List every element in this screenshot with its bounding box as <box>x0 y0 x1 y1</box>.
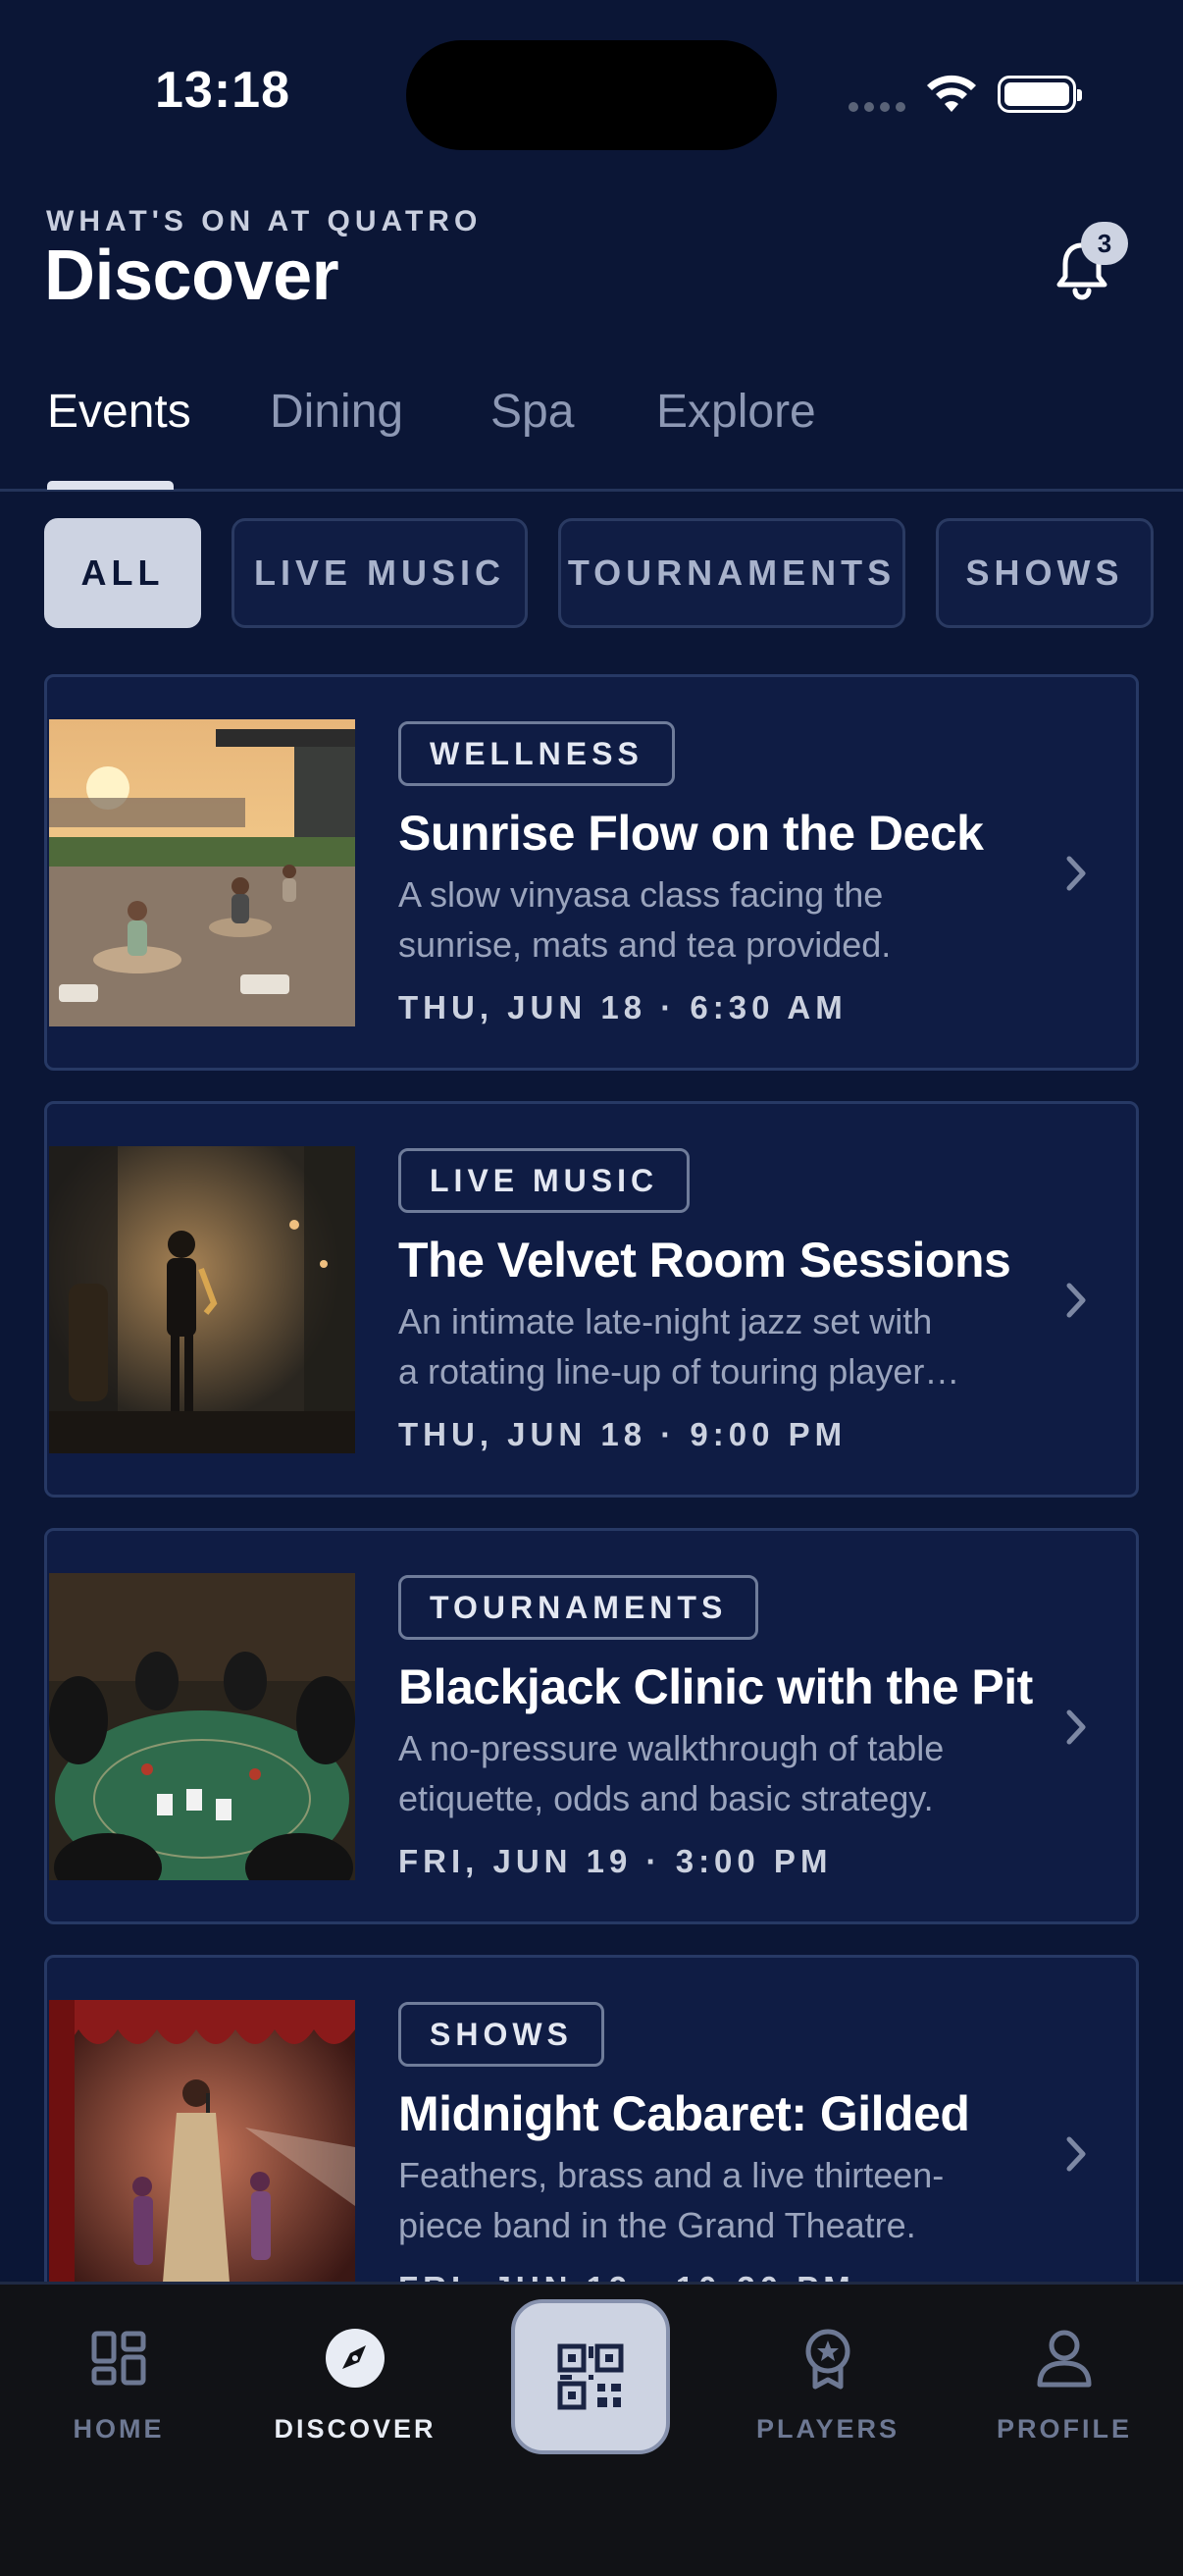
tab-events[interactable]: Events <box>47 385 191 439</box>
event-list: WELLNESS Sunrise Flow on the Deck A slow… <box>0 673 1183 2283</box>
filter-chip-live-music[interactable]: LIVE MUSIC <box>231 518 528 628</box>
event-image-cabaret <box>49 2000 355 2283</box>
event-description: An intimate late-night jazz set with a r… <box>398 1301 960 1392</box>
page-title: Discover <box>44 237 339 315</box>
event-image-yoga-deck <box>49 719 355 1026</box>
event-title: Blackjack Clinic with the Pit <box>398 1659 1033 1714</box>
event-category-tag: WELLNESS <box>398 721 675 786</box>
filter-chip-shows[interactable]: SHOWS <box>936 518 1154 628</box>
wifi-icon <box>927 75 976 112</box>
event-card[interactable]: TOURNAMENTS Blackjack Clinic with the Pi… <box>44 1528 1139 1924</box>
event-category-tag: TOURNAMENTS <box>398 1575 759 1640</box>
event-title: Sunrise Flow on the Deck <box>398 806 984 861</box>
award-badge-icon <box>805 2329 850 2390</box>
event-description: Feathers, brass and a live thirteen- pie… <box>398 2155 945 2245</box>
nav-players[interactable]: PLAYERS <box>730 2324 926 2445</box>
event-date: THU, JUN 18 · 9:00 PM <box>398 1416 848 1452</box>
filter-chip-all[interactable]: ALL <box>44 518 201 628</box>
header-eyebrow: WHAT'S ON AT QUATRO <box>46 205 483 237</box>
nav-label: PROFILE <box>996 2414 1132 2444</box>
status-time: 13:18 <box>155 62 290 119</box>
chevron-right-icon <box>1066 1709 1086 1745</box>
active-tab-indicator <box>47 481 174 490</box>
event-category-tag: SHOWS <box>398 2002 604 2067</box>
tab-spa[interactable]: Spa <box>490 385 574 439</box>
cellular-signal-icon <box>849 102 905 116</box>
compass-icon <box>326 2329 385 2388</box>
battery-icon <box>998 76 1082 113</box>
event-card[interactable]: SHOWS Midnight Cabaret: Gilded Feathers,… <box>44 1955 1139 2283</box>
section-tabs: Events Dining Spa Explore <box>0 373 1183 492</box>
event-description: A slow vinyasa class facing the sunrise,… <box>398 874 892 965</box>
nav-label: HOME <box>73 2414 165 2444</box>
filter-chip-tournaments[interactable]: TOURNAMENTS <box>558 518 905 628</box>
event-image-blackjack <box>49 1573 355 1880</box>
nav-home[interactable]: HOME <box>21 2324 217 2445</box>
event-card[interactable]: LIVE MUSIC The Velvet Room Sessions An i… <box>44 1101 1139 1498</box>
chevron-right-icon <box>1066 856 1086 891</box>
event-title: The Velvet Room Sessions <box>398 1233 1011 1288</box>
chevron-right-icon <box>1066 1283 1086 1318</box>
nav-profile[interactable]: PROFILE <box>966 2324 1162 2445</box>
tab-explore[interactable]: Explore <box>656 385 816 439</box>
nav-label: PLAYERS <box>755 2414 900 2444</box>
person-icon <box>1037 2330 1092 2388</box>
bottom-navigation: HOME DISCOVER PLAYERS PROFILE <box>0 2282 1183 2576</box>
event-date: FRI, JUN 19 · 3:00 PM <box>398 1843 833 1879</box>
chevron-right-icon <box>1066 2136 1086 2172</box>
event-date: THU, JUN 18 · 6:30 AM <box>398 989 848 1025</box>
event-description: A no-pressure walkthrough of table etiqu… <box>398 1728 945 1818</box>
event-category-tag: LIVE MUSIC <box>398 1148 691 1213</box>
event-card[interactable]: WELLNESS Sunrise Flow on the Deck A slow… <box>44 674 1139 1071</box>
dashboard-icon <box>91 2331 146 2386</box>
notification-badge: 3 <box>1081 222 1128 265</box>
nav-discover[interactable]: DISCOVER <box>257 2324 453 2445</box>
tab-dining[interactable]: Dining <box>270 385 403 439</box>
scan-qr-button[interactable] <box>511 2299 670 2454</box>
status-bar: 13:18 <box>0 0 1183 186</box>
event-title: Midnight Cabaret: Gilded <box>398 2086 970 2141</box>
nav-label: DISCOVER <box>274 2414 437 2444</box>
qr-code-icon <box>557 2343 624 2410</box>
dynamic-island <box>406 40 777 150</box>
event-image-jazz <box>49 1146 355 1453</box>
